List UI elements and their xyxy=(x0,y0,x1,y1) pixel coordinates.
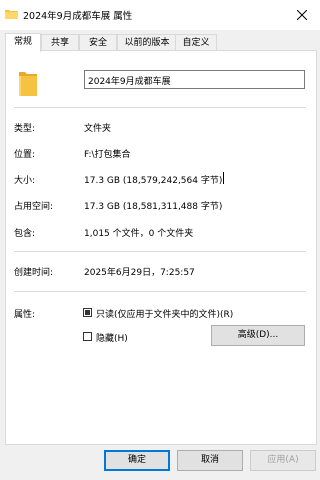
window-title: 2024年9月成都车展 属性 xyxy=(23,11,133,22)
separator xyxy=(14,291,306,292)
text-cursor xyxy=(223,172,224,184)
contains-label: 包含: xyxy=(14,229,36,239)
type-value: 文件夹 xyxy=(84,124,112,134)
close-button[interactable] xyxy=(284,0,320,30)
tab-sharing[interactable]: 共享 xyxy=(41,34,79,51)
readonly-checkbox[interactable] xyxy=(83,308,92,317)
type-label: 类型: xyxy=(14,124,36,134)
tab-previous-versions[interactable]: 以前的版本 xyxy=(117,34,177,51)
folder-name-value: 2024年9月成都车展 xyxy=(88,77,171,87)
tab-security[interactable]: 安全 xyxy=(79,34,117,51)
size-value: 17.3 GB (18,579,242,564 字节) xyxy=(84,176,223,186)
size-label: 大小: xyxy=(14,176,36,186)
separator xyxy=(14,251,306,252)
separator xyxy=(14,107,306,108)
folder-icon xyxy=(19,72,37,96)
size-on-disk-value: 17.3 GB (18,581,311,488 字节) xyxy=(84,202,223,212)
folder-name-input[interactable]: 2024年9月成都车展 xyxy=(84,70,305,89)
size-on-disk-label: 占用空间: xyxy=(14,202,54,212)
tab-general[interactable]: 常规 xyxy=(5,33,41,52)
contains-value: 1,015 个文件，0 个文件夹 xyxy=(84,229,194,239)
location-value: F:\打包集合 xyxy=(84,150,131,160)
ok-button[interactable]: 确定 xyxy=(104,450,170,471)
advanced-button[interactable]: 高级(D)... xyxy=(211,325,305,346)
cancel-button[interactable]: 取消 xyxy=(177,450,243,471)
general-panel: 2024年9月成都车展 类型: 文件夹 位置: F:\打包集合 大小: 17.3… xyxy=(5,50,317,445)
title-bar: 2024年9月成都车展 属性 xyxy=(0,0,320,30)
apply-button[interactable]: 应用(A) xyxy=(250,450,316,471)
readonly-label[interactable]: 只读(仅应用于文件夹中的文件)(R) xyxy=(96,307,233,320)
hidden-label[interactable]: 隐藏(H) xyxy=(96,331,128,344)
created-value: 2025年6月29日，7:25:57 xyxy=(84,268,195,278)
close-icon xyxy=(297,10,307,20)
attributes-label: 属性: xyxy=(14,310,36,320)
location-label: 位置: xyxy=(14,150,36,160)
folder-icon xyxy=(5,10,18,19)
tab-customize[interactable]: 自定义 xyxy=(175,34,217,51)
hidden-checkbox[interactable] xyxy=(83,332,92,341)
created-label: 创建时间: xyxy=(14,268,54,278)
